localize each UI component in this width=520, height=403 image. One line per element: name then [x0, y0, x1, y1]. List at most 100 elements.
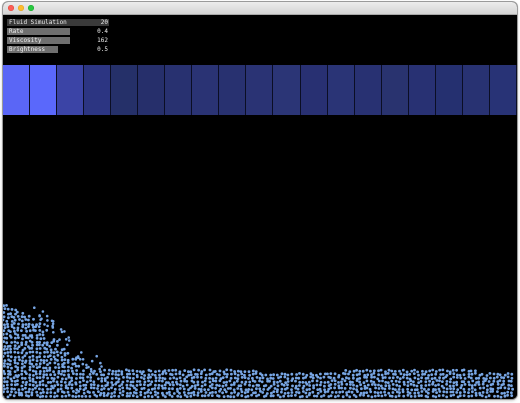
minimize-window-button[interactable]: [18, 5, 24, 11]
fluid-particle: [24, 318, 28, 321]
fluid-particle: [417, 373, 420, 377]
fluid-particle: [28, 368, 32, 372]
fluid-particle: [419, 380, 423, 383]
fluid-particle: [337, 384, 341, 388]
fluid-particle: [25, 329, 28, 333]
fluid-particle: [260, 380, 264, 384]
fluid-particle: [102, 373, 106, 377]
fluid-particle: [452, 387, 456, 391]
fluid-particle: [510, 384, 513, 388]
fluid-particle: [401, 376, 405, 379]
fluid-particle: [208, 368, 212, 372]
fluid-particle: [471, 390, 474, 394]
fluid-particle: [42, 373, 46, 376]
fluid-particle: [449, 394, 453, 398]
fluid-particle: [248, 383, 251, 387]
fluid-particle: [150, 380, 154, 384]
fluid-particle: [67, 339, 71, 342]
fluid-particle: [12, 316, 16, 319]
fluid-particle: [45, 369, 49, 373]
fluid-particle: [243, 376, 247, 379]
fluid-particle: [305, 373, 309, 377]
fluid-particle: [460, 384, 464, 387]
panel-title-row[interactable]: Fluid Simulation 20: [7, 19, 109, 26]
fluid-particle: [363, 373, 367, 377]
fluid-particle: [13, 350, 17, 354]
slider-viscosity[interactable]: Viscosity 162: [7, 37, 109, 44]
fluid-particle: [351, 373, 355, 377]
fluid-particle: [254, 370, 258, 373]
fluid-particle: [35, 363, 38, 366]
fluid-particle: [153, 373, 157, 377]
fluid-particle: [168, 377, 172, 380]
fluid-particle: [106, 392, 110, 395]
fluid-particle: [38, 343, 41, 347]
fluid-particle: [51, 324, 54, 328]
fluid-particle: [16, 328, 20, 332]
fluid-particle: [5, 332, 9, 336]
fluid-particle: [57, 366, 61, 369]
fluid-particle: [63, 330, 66, 333]
fluid-particle: [107, 372, 111, 376]
fluid-particle: [178, 383, 182, 387]
fluid-particle: [437, 394, 441, 398]
fluid-particle: [8, 344, 12, 348]
fluid-particle: [294, 379, 297, 383]
fluid-particle: [433, 376, 437, 380]
fluid-particle: [398, 377, 402, 380]
fluid-particle: [38, 376, 42, 380]
simulation-canvas[interactable]: Fluid Simulation 20 Rate 0.4 Viscosity 1…: [3, 15, 517, 399]
fluid-particle: [474, 369, 477, 373]
fluid-particle: [285, 386, 289, 390]
fluid-particle: [470, 384, 474, 387]
fluid-particle: [340, 380, 343, 384]
fluid-particle: [471, 379, 475, 383]
fluid-particle: [63, 358, 67, 361]
fluid-particle: [7, 316, 10, 320]
slider-rate[interactable]: Rate 0.4: [7, 28, 109, 35]
fluid-particle: [192, 368, 196, 372]
fluid-particle: [3, 351, 7, 355]
fluid-particle: [35, 356, 39, 359]
fluid-particle: [6, 376, 10, 379]
fluid-particle: [39, 391, 43, 395]
fluid-particle: [34, 372, 38, 376]
fluid-particle: [93, 369, 96, 373]
fluid-particle: [499, 395, 503, 399]
fluid-particle: [210, 383, 214, 386]
fluid-particle: [343, 372, 347, 376]
fluid-particle: [467, 394, 471, 398]
fluid-particle: [139, 383, 142, 386]
fluid-particle: [44, 395, 48, 398]
fluid-particle: [59, 351, 63, 355]
fluid-particle: [157, 386, 160, 390]
fluid-particle: [228, 379, 232, 383]
fluid-particle: [301, 380, 305, 384]
fluid-particle: [377, 387, 381, 390]
fluid-particle: [329, 394, 333, 398]
fluid-particle: [196, 394, 200, 397]
fluid-particle: [452, 372, 456, 376]
fluid-particle: [15, 310, 19, 314]
fluid-particle: [192, 375, 196, 379]
fluid-particle: [439, 373, 443, 376]
fluid-particle: [428, 379, 431, 383]
fluid-particle: [376, 391, 380, 395]
fluid-particle: [510, 391, 513, 395]
fluid-particle: [56, 375, 60, 379]
fluid-particle: [416, 370, 419, 374]
fluid-particle: [383, 390, 386, 394]
slider-brightness[interactable]: Brightness 0.5: [7, 46, 109, 53]
fluid-particle: [421, 369, 424, 373]
fluid-particle: [431, 394, 435, 398]
fluid-particle: [510, 394, 514, 397]
fluid-particle: [113, 387, 117, 391]
fluid-particle: [75, 369, 78, 372]
zoom-window-button[interactable]: [28, 5, 34, 11]
fluid-particle: [185, 383, 189, 387]
fluid-particle: [233, 370, 237, 373]
fluid-particle: [12, 322, 16, 325]
close-window-button[interactable]: [8, 5, 14, 11]
fluid-particle: [157, 379, 161, 383]
fluid-particle: [463, 377, 467, 380]
